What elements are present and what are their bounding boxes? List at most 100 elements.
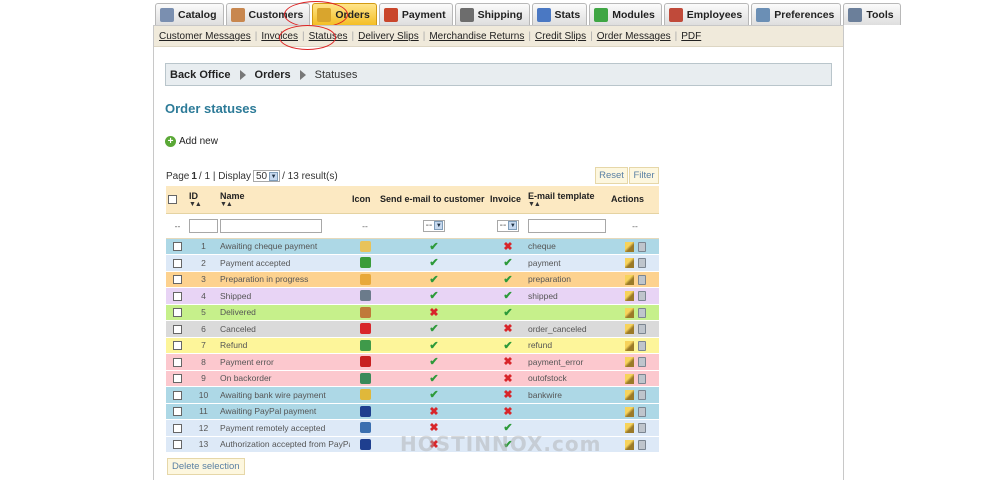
row-email-template[interactable]: shipped [526, 287, 609, 305]
edit-icon[interactable] [624, 357, 634, 368]
edit-icon[interactable] [624, 423, 634, 434]
row-invoice[interactable]: ✖ [488, 320, 526, 338]
row-invoice[interactable]: ✔ [488, 254, 526, 272]
edit-icon[interactable] [624, 406, 634, 417]
row-id[interactable]: 9 [187, 370, 218, 387]
edit-icon[interactable] [624, 373, 634, 384]
delete-icon[interactable] [637, 324, 646, 335]
edit-icon[interactable] [624, 274, 634, 285]
delete-icon[interactable] [637, 390, 646, 401]
row-email-template[interactable]: cheque [526, 238, 609, 255]
row-invoice[interactable]: ✖ [488, 353, 526, 371]
tab-shipping[interactable]: Shipping [454, 3, 530, 25]
row-send-email[interactable]: ✖ [378, 403, 488, 420]
row-email-template[interactable]: preparation [526, 271, 609, 288]
delete-icon[interactable] [637, 357, 646, 368]
row-checkbox[interactable] [173, 275, 182, 285]
delete-icon[interactable] [637, 423, 646, 434]
filter-name-input[interactable] [220, 218, 322, 233]
sort-arrows-icon[interactable]: ▼▲ [220, 201, 350, 208]
row-checkbox[interactable] [173, 374, 182, 384]
filter-invoice-select[interactable]: -- ▼ [496, 219, 520, 232]
breadcrumb-section[interactable]: Orders [255, 69, 291, 81]
edit-icon[interactable] [624, 390, 634, 401]
tab-modules[interactable]: Modules [589, 3, 662, 25]
row-invoice[interactable]: ✖ [488, 238, 526, 255]
edit-icon[interactable] [624, 439, 634, 450]
row-send-email[interactable]: ✔ [378, 287, 488, 305]
sort-arrows-icon[interactable]: ▼▲ [528, 201, 609, 208]
breadcrumb-root[interactable]: Back Office [170, 69, 231, 81]
row-name[interactable]: Preparation in progress [218, 271, 350, 288]
tab-stats[interactable]: Stats [531, 3, 588, 25]
reset-button[interactable]: Reset [595, 167, 628, 184]
row-checkbox[interactable] [173, 357, 182, 367]
row-name[interactable]: Refund [218, 337, 350, 354]
row-send-email[interactable]: ✖ [378, 304, 488, 321]
row-name[interactable]: Authorization accepted from PayPal [218, 436, 350, 453]
row-email-template[interactable]: order_canceled [526, 320, 609, 338]
sort-arrows-icon[interactable]: ▼▲ [189, 201, 218, 208]
tab-employees[interactable]: Employees [663, 3, 750, 25]
subnav-credit-slips[interactable]: Credit Slips [535, 31, 586, 42]
delete-icon[interactable] [637, 406, 646, 417]
row-checkbox[interactable] [173, 324, 182, 334]
delete-icon[interactable] [637, 373, 646, 384]
row-invoice[interactable]: ✖ [488, 370, 526, 387]
row-id[interactable]: 5 [187, 304, 218, 321]
row-checkbox[interactable] [173, 291, 182, 301]
row-id[interactable]: 6 [187, 320, 218, 338]
row-id[interactable]: 3 [187, 271, 218, 288]
row-checkbox[interactable] [173, 341, 182, 351]
filter-send-email-select[interactable]: -- ▼ [422, 219, 446, 232]
row-name[interactable]: Shipped [218, 287, 350, 305]
row-invoice[interactable]: ✖ [488, 386, 526, 404]
row-id[interactable]: 8 [187, 353, 218, 371]
row-send-email[interactable]: ✔ [378, 271, 488, 288]
delete-selection-button[interactable]: Delete selection [167, 458, 245, 475]
tab-preferences[interactable]: Preferences [751, 3, 842, 25]
row-id[interactable]: 12 [187, 419, 218, 437]
row-email-template[interactable] [526, 403, 609, 420]
subnav-customer-messages[interactable]: Customer Messages [159, 31, 251, 42]
row-checkbox[interactable] [173, 308, 182, 318]
delete-icon[interactable] [637, 274, 646, 285]
delete-icon[interactable] [637, 439, 646, 450]
row-id[interactable]: 1 [187, 238, 218, 255]
row-email-template[interactable]: refund [526, 337, 609, 354]
row-id[interactable]: 7 [187, 337, 218, 354]
row-send-email[interactable]: ✔ [378, 254, 488, 272]
subnav-delivery-slips[interactable]: Delivery Slips [358, 31, 419, 42]
delete-icon[interactable] [637, 241, 646, 252]
delete-icon[interactable] [637, 307, 646, 318]
row-checkbox[interactable] [173, 423, 182, 433]
filter-id-input[interactable] [189, 218, 218, 233]
row-invoice[interactable]: ✔ [488, 337, 526, 354]
edit-icon[interactable] [624, 241, 634, 252]
row-email-template[interactable]: bankwire [526, 386, 609, 404]
row-send-email[interactable]: ✔ [378, 320, 488, 338]
row-id[interactable]: 11 [187, 403, 218, 420]
row-id[interactable]: 4 [187, 287, 218, 305]
row-send-email[interactable]: ✔ [378, 238, 488, 255]
row-name[interactable]: Payment accepted [218, 254, 350, 272]
row-name[interactable]: Payment remotely accepted [218, 419, 350, 437]
row-checkbox[interactable] [173, 242, 182, 252]
row-name[interactable]: Awaiting PayPal payment [218, 403, 350, 420]
row-email-template[interactable]: outofstock [526, 370, 609, 387]
row-send-email[interactable]: ✔ [378, 353, 488, 371]
row-invoice[interactable]: ✖ [488, 403, 526, 420]
row-invoice[interactable]: ✔ [488, 287, 526, 305]
edit-icon[interactable] [624, 291, 634, 302]
row-id[interactable]: 10 [187, 386, 218, 404]
add-new-link[interactable]: + Add new [165, 136, 218, 147]
row-checkbox[interactable] [173, 440, 182, 450]
row-invoice[interactable]: ✔ [488, 271, 526, 288]
row-name[interactable]: Awaiting bank wire payment [218, 386, 350, 404]
row-name[interactable]: Delivered [218, 304, 350, 321]
filter-button[interactable]: Filter [629, 167, 659, 184]
subnav-merchandise-returns[interactable]: Merchandise Returns [429, 31, 524, 42]
delete-icon[interactable] [637, 291, 646, 302]
row-name[interactable]: Payment error [218, 353, 350, 371]
row-id[interactable]: 13 [187, 436, 218, 453]
